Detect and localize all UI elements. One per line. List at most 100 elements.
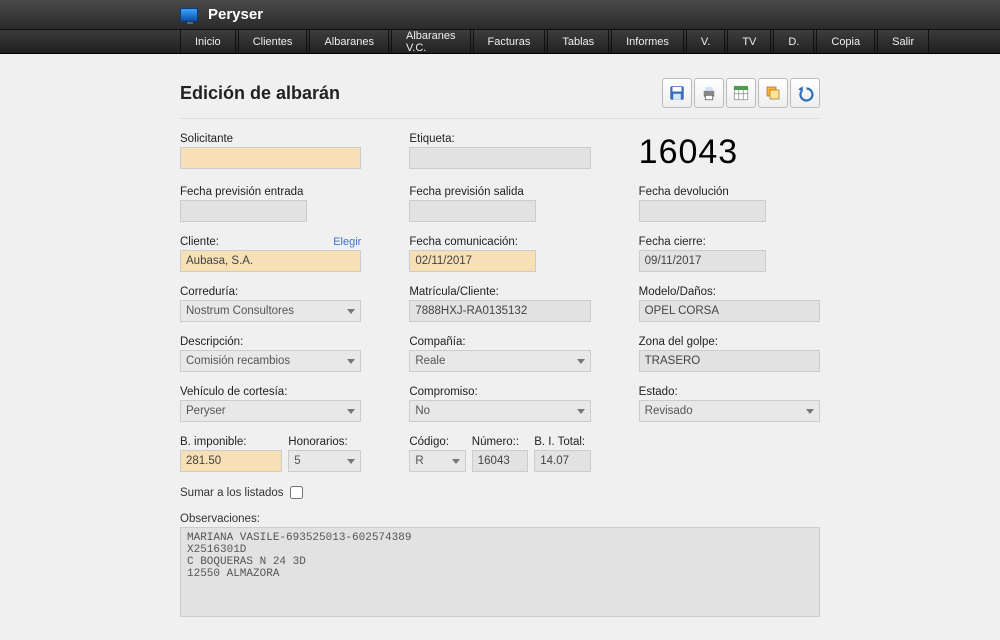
menu-albaranes[interactable]: Albaranes <box>309 30 389 53</box>
doc-number: 16043 <box>639 133 820 172</box>
app-logo-icon <box>180 8 198 22</box>
select-compania[interactable] <box>409 350 590 372</box>
label-correduria: Correduría: <box>180 286 361 298</box>
field-f-devolucion: Fecha devolución <box>639 186 820 222</box>
input-f-prev-salida[interactable] <box>409 200 536 222</box>
page-title: Edición de albarán <box>180 83 340 104</box>
label-bi-total: B. I. Total: <box>534 436 590 448</box>
label-f-cierre: Fecha cierre: <box>639 236 820 248</box>
input-cliente[interactable] <box>180 250 361 272</box>
link-elegir-cliente[interactable]: Elegir <box>333 236 361 248</box>
form-grid: Solicitante Etiqueta: 16043 Fecha previs… <box>180 133 820 472</box>
field-estado: Estado: <box>639 386 820 422</box>
field-correduria: Correduría: <box>180 286 361 322</box>
field-descripcion: Descripción: <box>180 336 361 372</box>
menu-informes[interactable]: Informes <box>611 30 684 53</box>
label-matricula: Matrícula/Cliente: <box>409 286 590 298</box>
input-numero[interactable] <box>472 450 528 472</box>
menu-copia[interactable]: Copia <box>816 30 875 53</box>
input-f-prev-entrada[interactable] <box>180 200 307 222</box>
row-sumar: Sumar a los listados <box>180 486 820 499</box>
field-codigo-numero-bitotal: Código: Número:: B. I. Total: <box>409 436 590 472</box>
save-icon <box>668 84 686 102</box>
label-f-prev-salida: Fecha previsión salida <box>409 186 590 198</box>
menu-facturas[interactable]: Facturas <box>473 30 546 53</box>
content: Edición de albarán Solicitante <box>0 54 1000 640</box>
menu-tv[interactable]: TV <box>727 30 771 53</box>
grid-button[interactable] <box>726 78 756 108</box>
select-estado[interactable] <box>639 400 820 422</box>
field-etiqueta: Etiqueta: <box>409 133 590 172</box>
label-numero: Número:: <box>472 436 528 448</box>
input-f-comunicacion[interactable] <box>409 250 536 272</box>
grid-icon <box>732 84 750 102</box>
windows-icon <box>764 84 782 102</box>
label-compromiso: Compromiso: <box>409 386 590 398</box>
input-b-imponible[interactable] <box>180 450 282 472</box>
field-modelo: Modelo/Daños: <box>639 286 820 322</box>
label-estado: Estado: <box>639 386 820 398</box>
menu-albaranes-vc[interactable]: Albaranes V.C. <box>391 30 471 53</box>
topbar: Peryser <box>0 0 1000 30</box>
field-f-cierre: Fecha cierre: <box>639 236 820 272</box>
label-f-devolucion: Fecha devolución <box>639 186 820 198</box>
input-f-cierre[interactable] <box>639 250 766 272</box>
field-bimp-honorarios: B. imponible: Honorarios: <box>180 436 361 472</box>
field-solicitante: Solicitante <box>180 133 361 172</box>
input-modelo[interactable] <box>639 300 820 322</box>
menu-clientes[interactable]: Clientes <box>238 30 308 53</box>
input-matricula[interactable] <box>409 300 590 322</box>
input-f-devolucion[interactable] <box>639 200 766 222</box>
label-observaciones: Observaciones: <box>180 513 820 525</box>
input-zona-golpe[interactable] <box>639 350 820 372</box>
label-f-comunicacion: Fecha comunicación: <box>409 236 590 248</box>
select-correduria[interactable] <box>180 300 361 322</box>
label-sumar: Sumar a los listados <box>180 487 284 499</box>
field-veh-cortesia: Vehículo de cortesía: <box>180 386 361 422</box>
menu-tablas[interactable]: Tablas <box>547 30 609 53</box>
menu-d[interactable]: D. <box>773 30 814 53</box>
input-etiqueta[interactable] <box>409 147 590 169</box>
field-f-prev-salida: Fecha previsión salida <box>409 186 590 222</box>
label-zona-golpe: Zona del golpe: <box>639 336 820 348</box>
label-veh-cortesia: Vehículo de cortesía: <box>180 386 361 398</box>
print-button[interactable] <box>694 78 724 108</box>
menu-salir[interactable]: Salir <box>877 30 929 53</box>
save-button[interactable] <box>662 78 692 108</box>
select-codigo[interactable] <box>409 450 465 472</box>
select-honorarios[interactable] <box>288 450 361 472</box>
menubar: Inicio Clientes Albaranes Albaranes V.C.… <box>0 30 1000 54</box>
label-descripcion: Descripción: <box>180 336 361 348</box>
label-etiqueta: Etiqueta: <box>409 133 590 145</box>
label-modelo: Modelo/Daños: <box>639 286 820 298</box>
select-veh-cortesia[interactable] <box>180 400 361 422</box>
checkbox-sumar[interactable] <box>290 486 303 499</box>
menu-inicio[interactable]: Inicio <box>180 30 236 53</box>
field-zona-golpe: Zona del golpe: <box>639 336 820 372</box>
select-descripcion[interactable] <box>180 350 361 372</box>
label-compania: Compañía: <box>409 336 590 348</box>
label-honorarios: Honorarios: <box>288 436 361 448</box>
input-bi-total[interactable] <box>534 450 590 472</box>
field-compromiso: Compromiso: <box>409 386 590 422</box>
windows-button[interactable] <box>758 78 788 108</box>
field-compania: Compañía: <box>409 336 590 372</box>
label-codigo: Código: <box>409 436 465 448</box>
input-solicitante[interactable] <box>180 147 361 169</box>
app-title: Peryser <box>208 6 263 23</box>
undo-icon <box>796 84 814 102</box>
field-f-prev-entrada: Fecha previsión entrada <box>180 186 361 222</box>
print-icon <box>700 84 718 102</box>
toolbar <box>662 78 820 108</box>
field-bignumber: 16043 <box>639 133 820 172</box>
field-f-comunicacion: Fecha comunicación: <box>409 236 590 272</box>
label-cliente: Cliente: <box>180 236 219 248</box>
field-matricula: Matrícula/Cliente: <box>409 286 590 322</box>
undo-button[interactable] <box>790 78 820 108</box>
select-compromiso[interactable] <box>409 400 590 422</box>
titlebar: Edición de albarán <box>180 78 820 119</box>
menu-v[interactable]: V. <box>686 30 725 53</box>
textarea-observaciones[interactable] <box>180 527 820 617</box>
field-cliente: Cliente: Elegir <box>180 236 361 272</box>
label-b-imponible: B. imponible: <box>180 436 282 448</box>
